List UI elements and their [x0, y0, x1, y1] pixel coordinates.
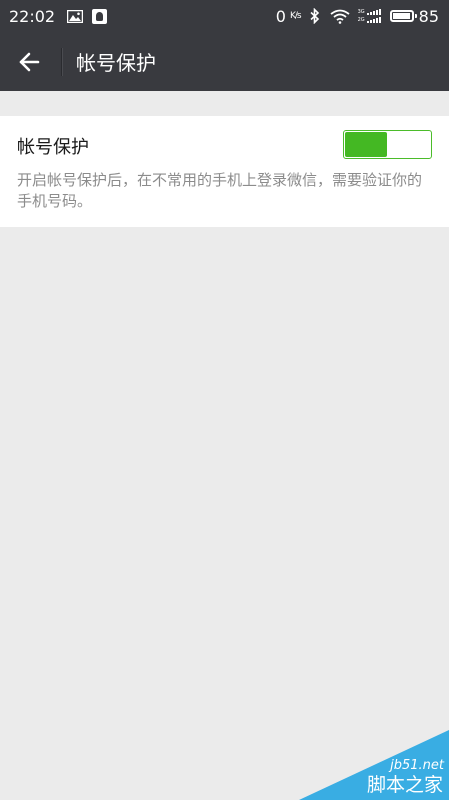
- sim2-label: 2G: [357, 17, 365, 23]
- account-protection-toggle[interactable]: [343, 130, 432, 159]
- page-title: 帐号保护: [76, 51, 156, 75]
- signal-bar: [366, 13, 369, 15]
- signal-bar: [372, 11, 375, 15]
- signal-bar: [378, 17, 381, 23]
- signal-bar: [375, 18, 378, 23]
- net-speed: 0: [275, 6, 286, 26]
- signal-icon: 3G 2G: [358, 8, 382, 24]
- sim2-signal: 2G: [358, 17, 382, 23]
- wifi-icon: [330, 9, 350, 24]
- screen: 22:02 0 K/s 3G 2G 85 帐号保护 帐号保护 开启帐号保护后，在…: [0, 0, 449, 800]
- signal-bar: [369, 20, 372, 23]
- back-button[interactable]: [0, 32, 58, 91]
- image-icon: [67, 9, 84, 23]
- qq-icon: [92, 8, 108, 24]
- account-protection-description: 开启帐号保护后，在不常用的手机上登录微信，需要验证你的手机号码。: [17, 171, 423, 210]
- battery-icon: [389, 10, 417, 22]
- net-speed-unit: K/s: [289, 11, 302, 21]
- signal-bar: [369, 12, 372, 15]
- status-bar: 22:02 0 K/s 3G 2G 85: [0, 0, 449, 32]
- nav-bar: 帐号保护: [0, 32, 449, 91]
- watermark-name: 脚本之家: [366, 774, 443, 796]
- status-time: 22:02: [9, 6, 56, 26]
- battery-fill: [392, 13, 410, 19]
- back-arrow-icon: [19, 52, 40, 71]
- sim1-label: 3G: [357, 9, 365, 15]
- signal-bar: [375, 10, 378, 15]
- signal-bar: [372, 19, 375, 23]
- account-protection-label: 帐号保护: [17, 137, 89, 158]
- signal-bar: [378, 9, 381, 15]
- sim1-signal: 3G: [358, 9, 382, 15]
- battery-percent: 85: [418, 6, 439, 26]
- bluetooth-icon: [310, 8, 319, 24]
- watermark: jb51.net 脚本之家: [299, 730, 449, 800]
- signal-bar: [366, 21, 369, 23]
- toggle-on-indicator: [345, 132, 387, 157]
- status-bar-left: 22:02: [0, 6, 108, 26]
- nav-divider: [61, 47, 63, 76]
- status-bar-right: 0 K/s 3G 2G 85: [276, 7, 449, 26]
